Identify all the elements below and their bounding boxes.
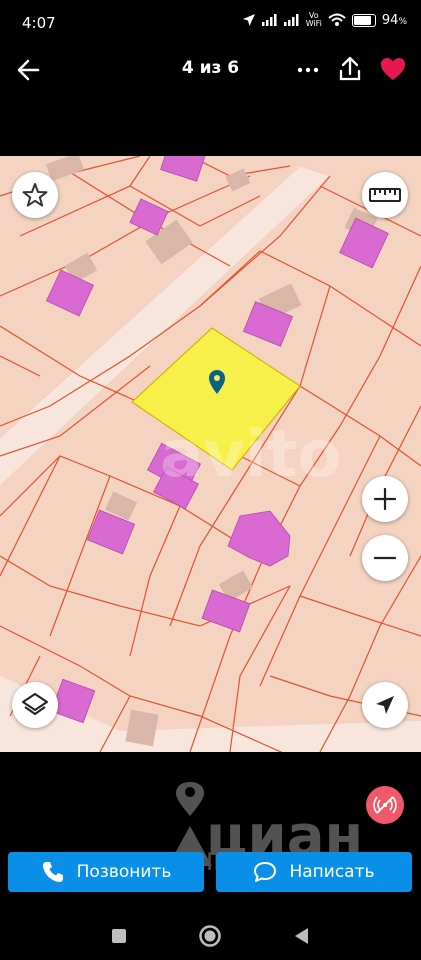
wifi-icon	[328, 13, 346, 26]
broadcast-off-icon	[373, 796, 397, 814]
favorite-star-button[interactable]	[12, 172, 58, 218]
mute-calls-button[interactable]	[366, 786, 404, 824]
signal-icon	[261, 14, 277, 26]
call-button-label: Позвонить	[76, 862, 172, 882]
volte-indicator: Vo WiFi	[305, 11, 322, 28]
heart-icon	[381, 58, 405, 80]
favorite-button[interactable]	[378, 54, 408, 84]
recents-button[interactable]	[107, 924, 131, 948]
location-arrow-icon	[242, 14, 255, 26]
more-options-button[interactable]	[292, 60, 324, 80]
layers-icon	[22, 693, 48, 715]
my-location-button[interactable]	[362, 682, 408, 728]
circle-icon	[199, 925, 221, 947]
status-icons: Vo WiFi 94%	[242, 12, 407, 28]
more-dots-icon	[297, 67, 319, 73]
plus-icon	[373, 487, 397, 511]
ruler-button[interactable]	[362, 172, 408, 218]
cadastral-map[interactable]: avito	[0, 156, 421, 752]
share-button[interactable]	[336, 54, 364, 84]
triangle-back-icon	[295, 928, 308, 944]
navigation-arrow-icon	[376, 696, 394, 714]
app-bar: 4 из 6	[0, 48, 421, 92]
zoom-in-button[interactable]	[362, 476, 408, 522]
system-nav-bar	[0, 912, 421, 960]
write-button-label: Написать	[289, 862, 375, 882]
battery-percent: 94%	[381, 12, 407, 28]
map-canvas: avito	[0, 156, 421, 752]
signal-icon-2	[283, 14, 299, 26]
status-bar: 4:07 Vo WiFi 94%	[0, 0, 421, 48]
zoom-out-button[interactable]	[362, 535, 408, 581]
call-button[interactable]: Позвонить	[8, 852, 204, 892]
share-icon	[339, 56, 361, 81]
layers-button[interactable]	[12, 682, 58, 728]
minus-icon	[373, 556, 397, 560]
home-button[interactable]	[198, 924, 222, 948]
chat-bubble-icon	[254, 862, 277, 882]
battery-icon	[351, 13, 376, 27]
write-message-button[interactable]: Написать	[216, 852, 412, 892]
avito-watermark-text: avito	[160, 418, 341, 492]
square-icon	[112, 929, 126, 943]
back-nav-button[interactable]	[290, 924, 314, 948]
status-time: 4:07	[22, 14, 56, 32]
star-icon	[22, 183, 48, 207]
phone-icon	[42, 862, 63, 882]
ruler-icon	[369, 188, 401, 202]
